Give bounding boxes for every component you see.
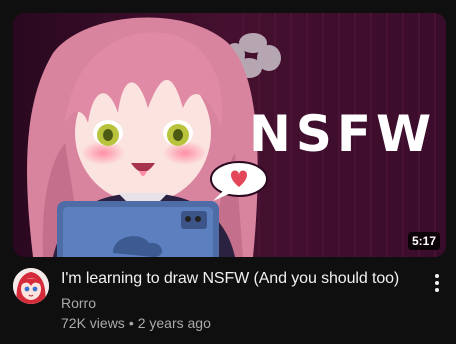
avatar-image — [13, 268, 49, 304]
video-card: NSFW 5:17 I'm learning to draw NSFW (And… — [0, 0, 456, 344]
video-thumbnail[interactable]: NSFW 5:17 — [13, 13, 446, 257]
thumbnail-headline: NSFW — [249, 105, 437, 163]
video-meta: I'm learning to draw NSFW (And you shoul… — [13, 268, 446, 338]
more-vert-glyph — [435, 274, 439, 292]
more-vert-icon[interactable] — [425, 268, 449, 298]
video-stats: 72K views • 2 years ago — [61, 313, 416, 333]
channel-name[interactable]: Rorro — [61, 293, 416, 313]
meta-separator: • — [128, 315, 134, 331]
channel-avatar[interactable] — [13, 268, 49, 304]
video-title[interactable]: I'm learning to draw NSFW (And you shoul… — [61, 268, 416, 290]
upload-age: 2 years ago — [137, 315, 211, 331]
view-count: 72K views — [61, 315, 125, 331]
video-details: I'm learning to draw NSFW (And you shoul… — [61, 268, 416, 333]
duration-badge: 5:17 — [407, 232, 440, 250]
